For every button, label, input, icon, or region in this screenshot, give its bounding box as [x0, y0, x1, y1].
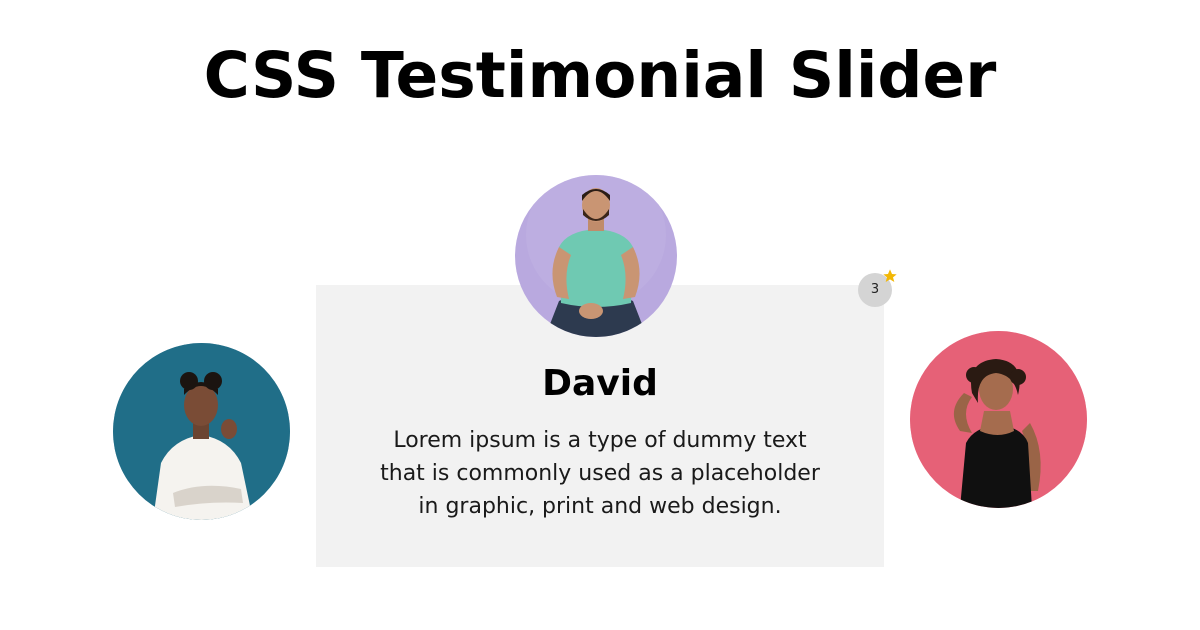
avatar-photo-main [515, 175, 677, 337]
star-icon [883, 269, 897, 282]
page-title: CSS Testimonial Slider [203, 39, 997, 112]
slide-count: 3 [870, 282, 880, 297]
testimonial-quote-line: Lorem ipsum is a type of dummy text [393, 428, 807, 453]
avatar-photo-left [113, 343, 290, 520]
testimonial-quote-line: in graphic, print and web design. [418, 494, 782, 519]
next-testimonial-avatar[interactable] [910, 331, 1087, 508]
testimonial-quote: Lorem ipsum is a type of dummy text that… [360, 424, 840, 523]
testimonial-name: David [542, 363, 658, 404]
testimonial-quote-line: that is commonly used as a placeholder [380, 461, 820, 486]
avatar-photo-right [910, 331, 1087, 508]
previous-testimonial-avatar[interactable] [113, 343, 290, 520]
slide-count-badge: 3 [858, 269, 897, 307]
current-testimonial-avatar [515, 175, 677, 337]
testimonial-slider-page: CSS Testimonial Slider David Lorem ipsum… [0, 0, 1200, 630]
